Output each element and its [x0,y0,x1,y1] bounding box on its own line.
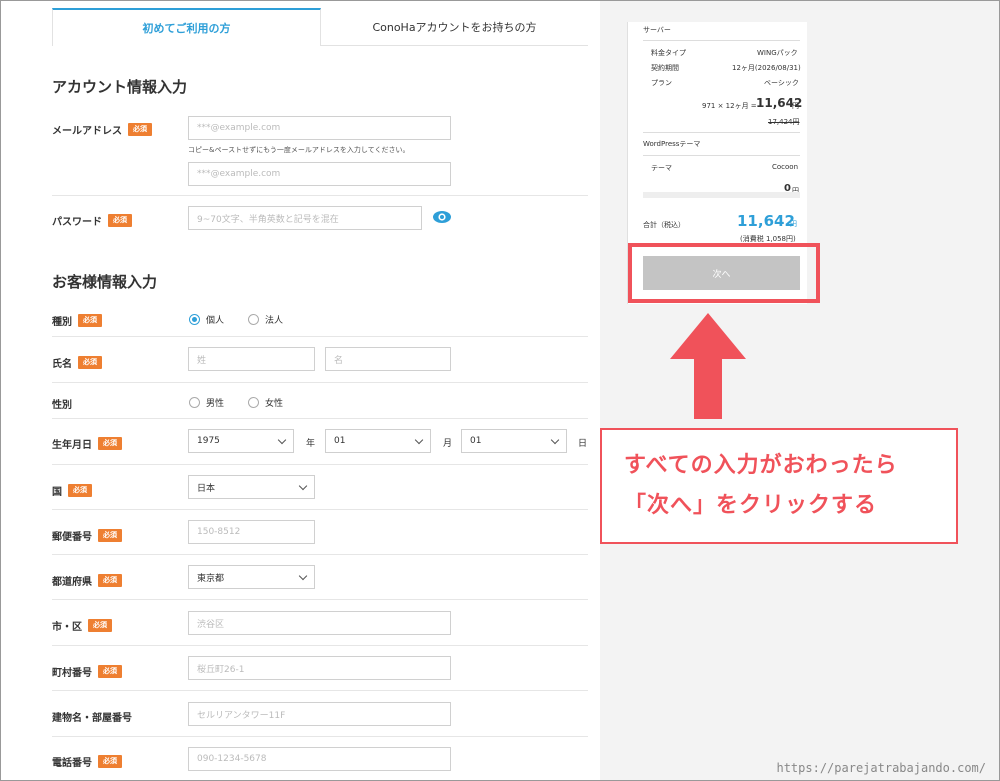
image-frame [0,0,1000,781]
